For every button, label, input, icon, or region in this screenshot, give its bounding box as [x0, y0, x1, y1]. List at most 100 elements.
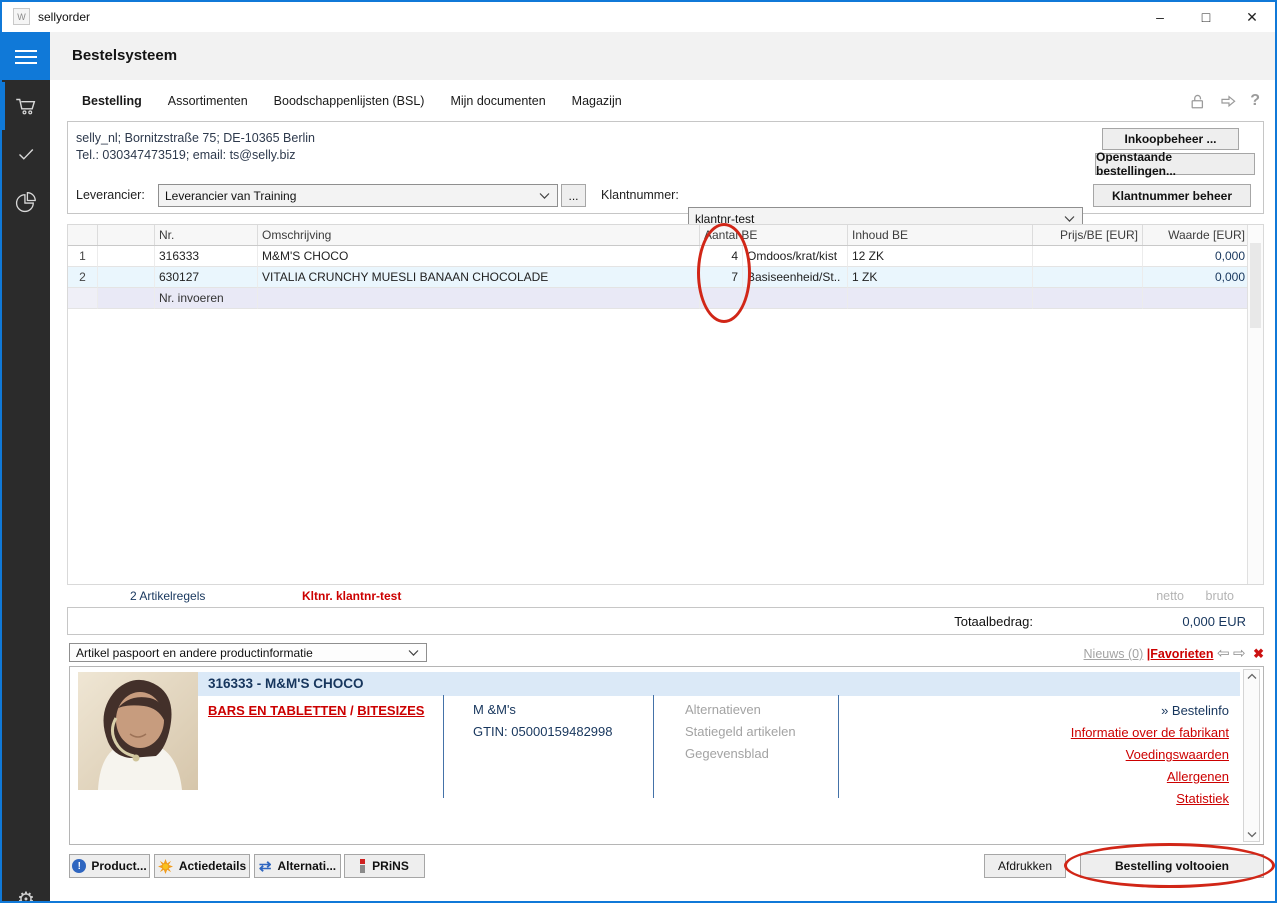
inkoopbeheer-button[interactable]: Inkoopbeheer ... — [1102, 128, 1239, 150]
header-omschrijving[interactable]: Omschrijving — [258, 225, 700, 245]
product-button[interactable]: ! Product... — [69, 854, 150, 878]
title-bar: W sellyorder – □ ✕ — [2, 2, 1275, 32]
address-line1: selly_nl; Bornitzstraße 75; DE-10365 Ber… — [76, 130, 315, 147]
cell-prijs — [1033, 267, 1143, 288]
cell-nr: 316333 — [155, 246, 258, 267]
tab-mijn-documenten[interactable]: Mijn documenten — [450, 94, 545, 108]
header-rownum — [68, 225, 98, 245]
header-waarde[interactable]: Waarde [EUR] — [1143, 225, 1249, 245]
tab-bestelling[interactable]: Bestelling — [82, 94, 142, 108]
gegevensblad-link: Gegevensblad — [685, 746, 769, 761]
openstaande-bestellingen-button[interactable]: Openstaande bestellingen... — [1095, 153, 1255, 175]
header-aantal-be[interactable]: Aantal BE — [700, 225, 848, 245]
bestelling-voltooien-button[interactable]: Bestelling voltooien — [1080, 854, 1264, 878]
table-scrollbar[interactable] — [1247, 225, 1263, 584]
sidebar: ⚙ — [2, 32, 50, 901]
product-title-strip: 316333 - M&M'S CHOCO — [198, 672, 1240, 696]
kltnr-status: Kltnr. klantnr-test — [302, 589, 401, 603]
panel-divider — [443, 695, 444, 798]
panel-divider — [653, 695, 654, 798]
sidebar-item-statistics[interactable] — [2, 178, 50, 226]
more-suppliers-button[interactable]: ... — [561, 184, 586, 207]
maximize-icon: □ — [1202, 9, 1210, 25]
product-panel: 316333 - M&M'S CHOCO BARS EN TABLETTEN /… — [69, 666, 1264, 845]
header-strip: Bestelsysteem — [50, 32, 1275, 80]
totals-value: 0,000 EUR — [1182, 614, 1246, 629]
header-prijs-be[interactable]: Prijs/BE [EUR] — [1033, 225, 1143, 245]
fabrikant-link[interactable]: Informatie over de fabrikant — [1071, 725, 1229, 740]
scroll-up-icon[interactable] — [1247, 673, 1257, 680]
forward-arrow-icon[interactable] — [1219, 93, 1237, 109]
product-info-icon: ! — [72, 859, 86, 873]
tab-bar: Bestelling Assortimenten Boodschappenlij… — [82, 94, 622, 108]
alternatieven-link: Alternatieven — [685, 702, 761, 717]
cart-icon — [13, 93, 39, 119]
voedingswaarden-link[interactable]: Voedingswaarden — [1126, 747, 1229, 762]
chevron-down-icon — [1064, 215, 1075, 222]
close-info-icon[interactable]: ✖ — [1253, 646, 1264, 661]
table-row[interactable]: 2 630127 VITALIA CRUNCHY MUESLI BANAAN C… — [68, 267, 1263, 288]
sidebar-item-settings[interactable]: ⚙ — [2, 875, 50, 903]
leverancier-select[interactable]: Leverancier van Training — [158, 184, 558, 207]
toolbar-icons: ? — [1189, 92, 1260, 110]
scroll-down-icon[interactable] — [1247, 831, 1257, 838]
category-link-bitesizes[interactable]: BITESIZES — [357, 703, 424, 718]
minimize-button[interactable]: – — [1137, 2, 1183, 32]
bestelinfo-link[interactable]: » Bestelinfo — [829, 700, 1229, 722]
app-window: W sellyorder – □ ✕ — [0, 0, 1277, 903]
statiegeld-link: Statiegeld artikelen — [685, 724, 796, 739]
hamburger-menu-button[interactable] — [2, 32, 50, 80]
cell-aantal[interactable]: 7 — [700, 267, 743, 288]
product-panel-scrollbar[interactable] — [1243, 669, 1260, 842]
tab-boodschappenlijsten[interactable]: Boodschappenlijsten (BSL) — [274, 94, 425, 108]
checkmark-icon — [14, 142, 38, 166]
klantnummer-beheer-button[interactable]: Klantnummer beheer — [1093, 184, 1251, 207]
cell-prijs — [1033, 246, 1143, 267]
swap-arrows-icon: ⇄ — [259, 857, 272, 875]
header-inhoud-be[interactable]: Inhoud BE — [848, 225, 1033, 245]
totals-bar: Totaalbedrag: 0,000 EUR — [67, 607, 1264, 635]
table-input-row[interactable]: Nr. invoeren — [68, 288, 1263, 309]
header-nr[interactable]: Nr. — [155, 225, 258, 245]
actiedetails-button[interactable]: Actiedetails — [154, 854, 250, 878]
nieuws-link[interactable]: Nieuws (0) — [1084, 647, 1144, 661]
help-icon[interactable]: ? — [1250, 92, 1260, 110]
nav-forward-icon[interactable]: ⇨ — [1233, 645, 1246, 662]
category-link-bars[interactable]: BARS EN TABLETTEN — [208, 703, 346, 718]
tab-assortimenten[interactable]: Assortimenten — [168, 94, 248, 108]
allergenen-link[interactable]: Allergenen — [1167, 769, 1229, 784]
cell-be-unit: Basiseenheid/St.. — [743, 267, 848, 288]
close-button[interactable]: ✕ — [1229, 2, 1275, 32]
netto-label: netto — [1122, 589, 1184, 603]
table-scrollbar-thumb[interactable] — [1250, 243, 1261, 328]
nav-back-icon[interactable]: ⇦ — [1217, 645, 1230, 662]
pie-chart-icon — [13, 189, 39, 215]
close-icon: ✕ — [1246, 9, 1258, 26]
product-gtin: GTIN: 05000159482998 — [473, 724, 613, 739]
sidebar-item-confirm[interactable] — [2, 130, 50, 178]
address-line2: Tel.: 030347473519; email: ts@selly.biz — [76, 147, 296, 164]
support-agent-photo — [78, 672, 198, 790]
cell-inhoud: 12 ZK — [848, 246, 1033, 267]
row-number: 2 — [68, 267, 98, 288]
chevron-down-icon — [408, 649, 419, 656]
unlock-icon[interactable] — [1189, 93, 1206, 110]
cell-aantal[interactable]: 4 — [700, 246, 743, 267]
product-title: 316333 - M&M'S CHOCO — [208, 676, 364, 691]
order-table: Nr. Omschrijving Aantal BE Inhoud BE Pri… — [67, 224, 1264, 585]
tab-magazijn[interactable]: Magazijn — [572, 94, 622, 108]
prins-info-icon — [360, 859, 365, 873]
info-selector[interactable]: Artikel paspoort en andere productinform… — [69, 643, 427, 662]
statistiek-link[interactable]: Statistiek — [1176, 791, 1229, 806]
alternatieven-button[interactable]: ⇄ Alternati... — [254, 854, 341, 878]
header-status — [98, 225, 155, 245]
afdrukken-button[interactable]: Afdrukken — [984, 854, 1066, 878]
favorieten-link[interactable]: |Favorieten — [1147, 647, 1214, 661]
table-row[interactable]: 1 316333 M&M'S CHOCO 4 Omdoos/krat/kist … — [68, 246, 1263, 267]
nr-invoeren-input[interactable]: Nr. invoeren — [155, 288, 258, 309]
maximize-button[interactable]: □ — [1183, 2, 1229, 32]
bruto-label: bruto — [1192, 589, 1234, 603]
sidebar-item-order[interactable] — [2, 82, 50, 130]
prins-button[interactable]: PRiNS — [344, 854, 425, 878]
cell-be-unit: Omdoos/krat/kist — [743, 246, 848, 267]
